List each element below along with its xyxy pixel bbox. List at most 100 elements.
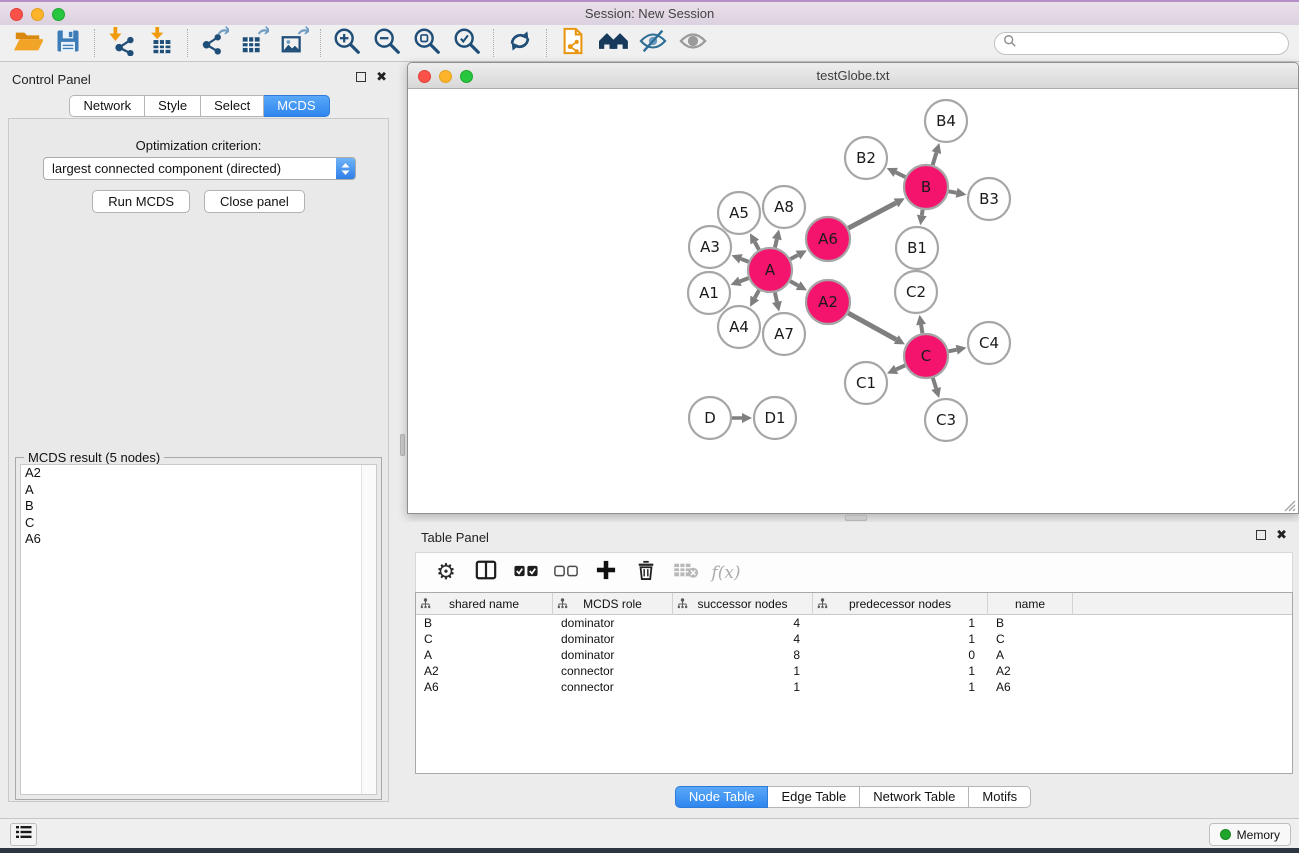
delete-columns-button[interactable]: [628, 557, 664, 589]
graph-edge-A-A2[interactable]: [790, 281, 798, 285]
apply-layout-button[interactable]: [500, 27, 540, 59]
network-window-titlebar[interactable]: testGlobe.txt: [408, 63, 1298, 89]
graph-edge-A6-B[interactable]: [848, 203, 896, 228]
table-cell[interactable]: connector: [553, 663, 673, 679]
mcds-result-item[interactable]: B: [21, 498, 376, 515]
graph-edge-C-C1[interactable]: [896, 365, 905, 369]
table-cell[interactable]: dominator: [553, 615, 673, 631]
graph-node-A1[interactable]: A1: [688, 272, 730, 314]
export-network-button[interactable]: [194, 27, 234, 59]
table-cell[interactable]: C: [988, 631, 1073, 647]
graph-node-A[interactable]: A: [748, 248, 792, 292]
export-table-button[interactable]: [234, 27, 274, 59]
tab-network-table[interactable]: Network Table: [860, 786, 969, 808]
table-settings-button[interactable]: ⚙: [428, 557, 464, 589]
table-cell[interactable]: 1: [813, 631, 988, 647]
table-cell[interactable]: 8: [673, 647, 813, 663]
task-history-button[interactable]: [10, 823, 37, 846]
graph-node-B[interactable]: B: [904, 165, 948, 209]
tab-motifs[interactable]: Motifs: [969, 786, 1031, 808]
criterion-dropdown[interactable]: largest connected component (directed): [43, 157, 356, 180]
graph-edge-B-B3[interactable]: [949, 191, 957, 193]
graph-edge-C-C2[interactable]: [921, 325, 922, 334]
table-cell[interactable]: A: [988, 647, 1073, 663]
column-header-MCDS-role[interactable]: MCDS role: [553, 593, 673, 615]
float-panel-icon[interactable]: [356, 72, 366, 82]
create-column-button[interactable]: [588, 557, 624, 589]
graph-edge-B-B4[interactable]: [933, 153, 937, 165]
table-cell[interactable]: B: [988, 615, 1073, 631]
zoom-out-button[interactable]: [367, 27, 407, 59]
close-panel-icon[interactable]: ✖: [1276, 530, 1287, 540]
show-columns-button[interactable]: [468, 557, 504, 589]
graph-edge-A-A5[interactable]: [755, 242, 759, 250]
vertical-splitter[interactable]: [399, 62, 407, 818]
graph-node-A7[interactable]: A7: [763, 313, 805, 355]
graph-edge-A-A3[interactable]: [741, 259, 749, 262]
graph-edge-B-B2[interactable]: [896, 172, 906, 177]
column-header-name[interactable]: name: [988, 593, 1073, 615]
table-cell[interactable]: dominator: [553, 631, 673, 647]
graph-node-A3[interactable]: A3: [689, 226, 731, 268]
zoom-window-button[interactable]: [52, 8, 65, 21]
table-row[interactable]: Bdominator41B: [416, 615, 1292, 631]
zoom-fit-button[interactable]: [407, 27, 447, 59]
graph-edge-B-B1[interactable]: [922, 210, 923, 216]
graph-edge-C-C3[interactable]: [933, 378, 936, 389]
graph-node-B2[interactable]: B2: [845, 137, 887, 179]
graph-node-C[interactable]: C: [904, 334, 948, 378]
tab-mcds[interactable]: MCDS: [264, 95, 329, 117]
horizontal-splitter[interactable]: [407, 514, 1299, 522]
zoom-in-button[interactable]: [327, 27, 367, 59]
import-table-button[interactable]: [141, 27, 181, 59]
run-mcds-button[interactable]: Run MCDS: [92, 190, 190, 213]
tab-select[interactable]: Select: [201, 95, 264, 117]
hide-selected-button[interactable]: [633, 27, 673, 59]
close-network-window-button[interactable]: [418, 70, 431, 83]
tab-node-table[interactable]: Node Table: [675, 786, 769, 808]
list-scrollbar[interactable]: [361, 465, 376, 794]
tab-style[interactable]: Style: [145, 95, 201, 117]
close-panel-icon[interactable]: ✖: [376, 72, 387, 82]
table-cell[interactable]: A2: [416, 663, 553, 679]
graph-node-C2[interactable]: C2: [895, 271, 937, 313]
graph-node-B4[interactable]: B4: [925, 100, 967, 142]
close-panel-button[interactable]: Close panel: [204, 190, 305, 213]
mcds-result-item[interactable]: A6: [21, 531, 376, 548]
column-header-shared-name[interactable]: shared name: [416, 593, 553, 615]
graph-node-A4[interactable]: A4: [718, 306, 760, 348]
graph-node-A8[interactable]: A8: [763, 186, 805, 228]
graph-node-C3[interactable]: C3: [925, 399, 967, 441]
open-session-button[interactable]: [8, 27, 48, 59]
table-cell[interactable]: 1: [673, 663, 813, 679]
graph-node-C4[interactable]: C4: [968, 322, 1010, 364]
graph-node-A6[interactable]: A6: [806, 217, 850, 261]
graph-node-A2[interactable]: A2: [806, 280, 850, 324]
table-cell[interactable]: 4: [673, 631, 813, 647]
table-cell[interactable]: B: [416, 615, 553, 631]
tab-edge-table[interactable]: Edge Table: [768, 786, 860, 808]
column-header-predecessor-nodes[interactable]: predecessor nodes: [813, 593, 988, 615]
splitter-handle[interactable]: [400, 434, 405, 456]
save-session-button[interactable]: [48, 27, 88, 59]
table-row[interactable]: A2connector11A2: [416, 663, 1292, 679]
graph-edge-A-A1[interactable]: [740, 278, 749, 281]
network-canvas[interactable]: B4B2BB3A5A8A6B1A3AC2A1A2A4A7C4CC1C3DD1: [409, 89, 1297, 513]
table-cell[interactable]: A6: [416, 679, 553, 695]
table-cell[interactable]: 1: [813, 615, 988, 631]
zoom-selected-button[interactable]: [447, 27, 487, 59]
table-row[interactable]: Cdominator41C: [416, 631, 1292, 647]
search-field[interactable]: [994, 32, 1289, 55]
minimize-network-window-button[interactable]: [439, 70, 452, 83]
new-network-from-selection-button[interactable]: [553, 27, 593, 59]
table-cell[interactable]: C: [416, 631, 553, 647]
table-cell[interactable]: A6: [988, 679, 1073, 695]
graph-node-B3[interactable]: B3: [968, 178, 1010, 220]
graph-node-C1[interactable]: C1: [845, 362, 887, 404]
table-cell[interactable]: 1: [813, 663, 988, 679]
select-all-columns-button[interactable]: [508, 557, 544, 589]
export-image-button[interactable]: [274, 27, 314, 59]
first-neighbors-button[interactable]: [593, 27, 633, 59]
table-cell[interactable]: 1: [673, 679, 813, 695]
graph-node-B1[interactable]: B1: [896, 227, 938, 269]
